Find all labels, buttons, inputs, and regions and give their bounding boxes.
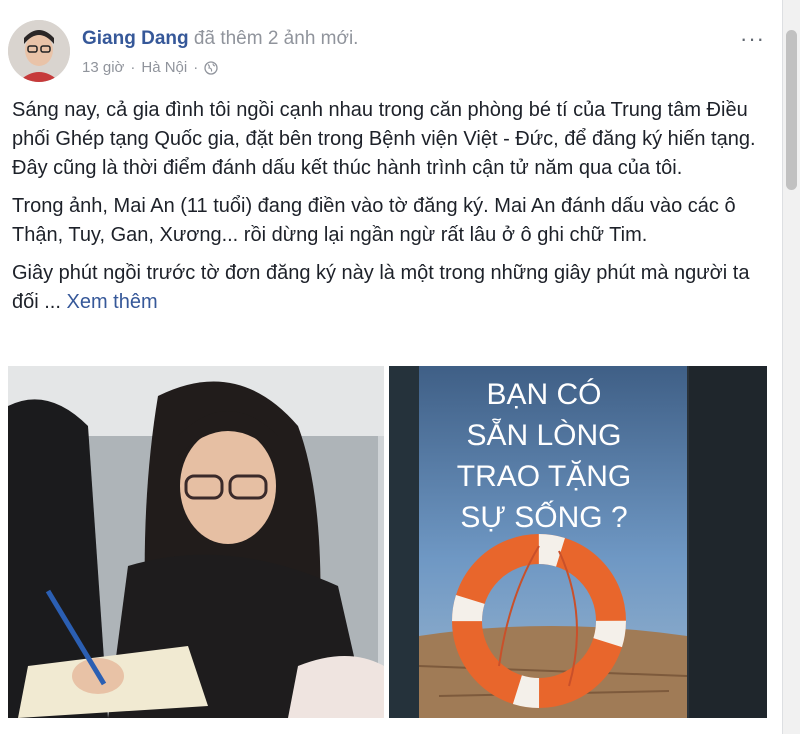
meta-separator: · [193, 59, 199, 76]
scrollbar-thumb[interactable] [786, 30, 797, 190]
author-name[interactable]: Giang Dang [82, 28, 189, 49]
photo-girl-writing-image [8, 366, 384, 718]
post-text: Sáng nay, cả gia đình tôi ngồi cạnh nhau… [12, 96, 772, 326]
banner-line: BẠN CÓ [486, 378, 602, 411]
avatar[interactable] [8, 20, 70, 82]
post-location[interactable]: Hà Nội [141, 59, 187, 76]
photo-organ-donation-banner[interactable]: BẠN CÓ SẴN LÒNG TRAO TẶNG SỰ SỐNG ? [389, 366, 767, 718]
avatar-image [8, 20, 70, 82]
globe-icon[interactable] [204, 60, 218, 75]
post-paragraph: Giây phút ngồi trước tờ đơn đăng ký này … [12, 259, 772, 317]
banner-line: SẴN LÒNG [466, 419, 622, 452]
post-action: đã thêm 2 ảnh mới. [188, 28, 359, 49]
see-more-link[interactable]: Xem thêm [61, 291, 157, 313]
banner-text: BẠN CÓ SẴN LÒNG TRAO TẶNG SỰ SỐNG ? [419, 374, 669, 538]
more-options-button[interactable]: ··· [740, 26, 765, 52]
post-meta: 13 giờ · Hà Nội · [82, 59, 218, 76]
post-time[interactable]: 13 giờ [82, 59, 124, 76]
banner-line: SỰ SỐNG ? [460, 501, 628, 534]
post-card: Giang Dang đã thêm 2 ảnh mới. 13 giờ · H… [0, 0, 783, 734]
banner-line: TRAO TẶNG [456, 460, 632, 493]
post-header: Giang Dang đã thêm 2 ảnh mới. [82, 28, 358, 50]
post-paragraph: Trong ảnh, Mai An (11 tuổi) đang điền và… [12, 195, 736, 246]
meta-separator: · [130, 59, 136, 76]
photo-girl-writing[interactable] [8, 366, 384, 718]
post-paragraph: Sáng nay, cả gia đình tôi ngồi cạnh nhau… [12, 99, 756, 179]
